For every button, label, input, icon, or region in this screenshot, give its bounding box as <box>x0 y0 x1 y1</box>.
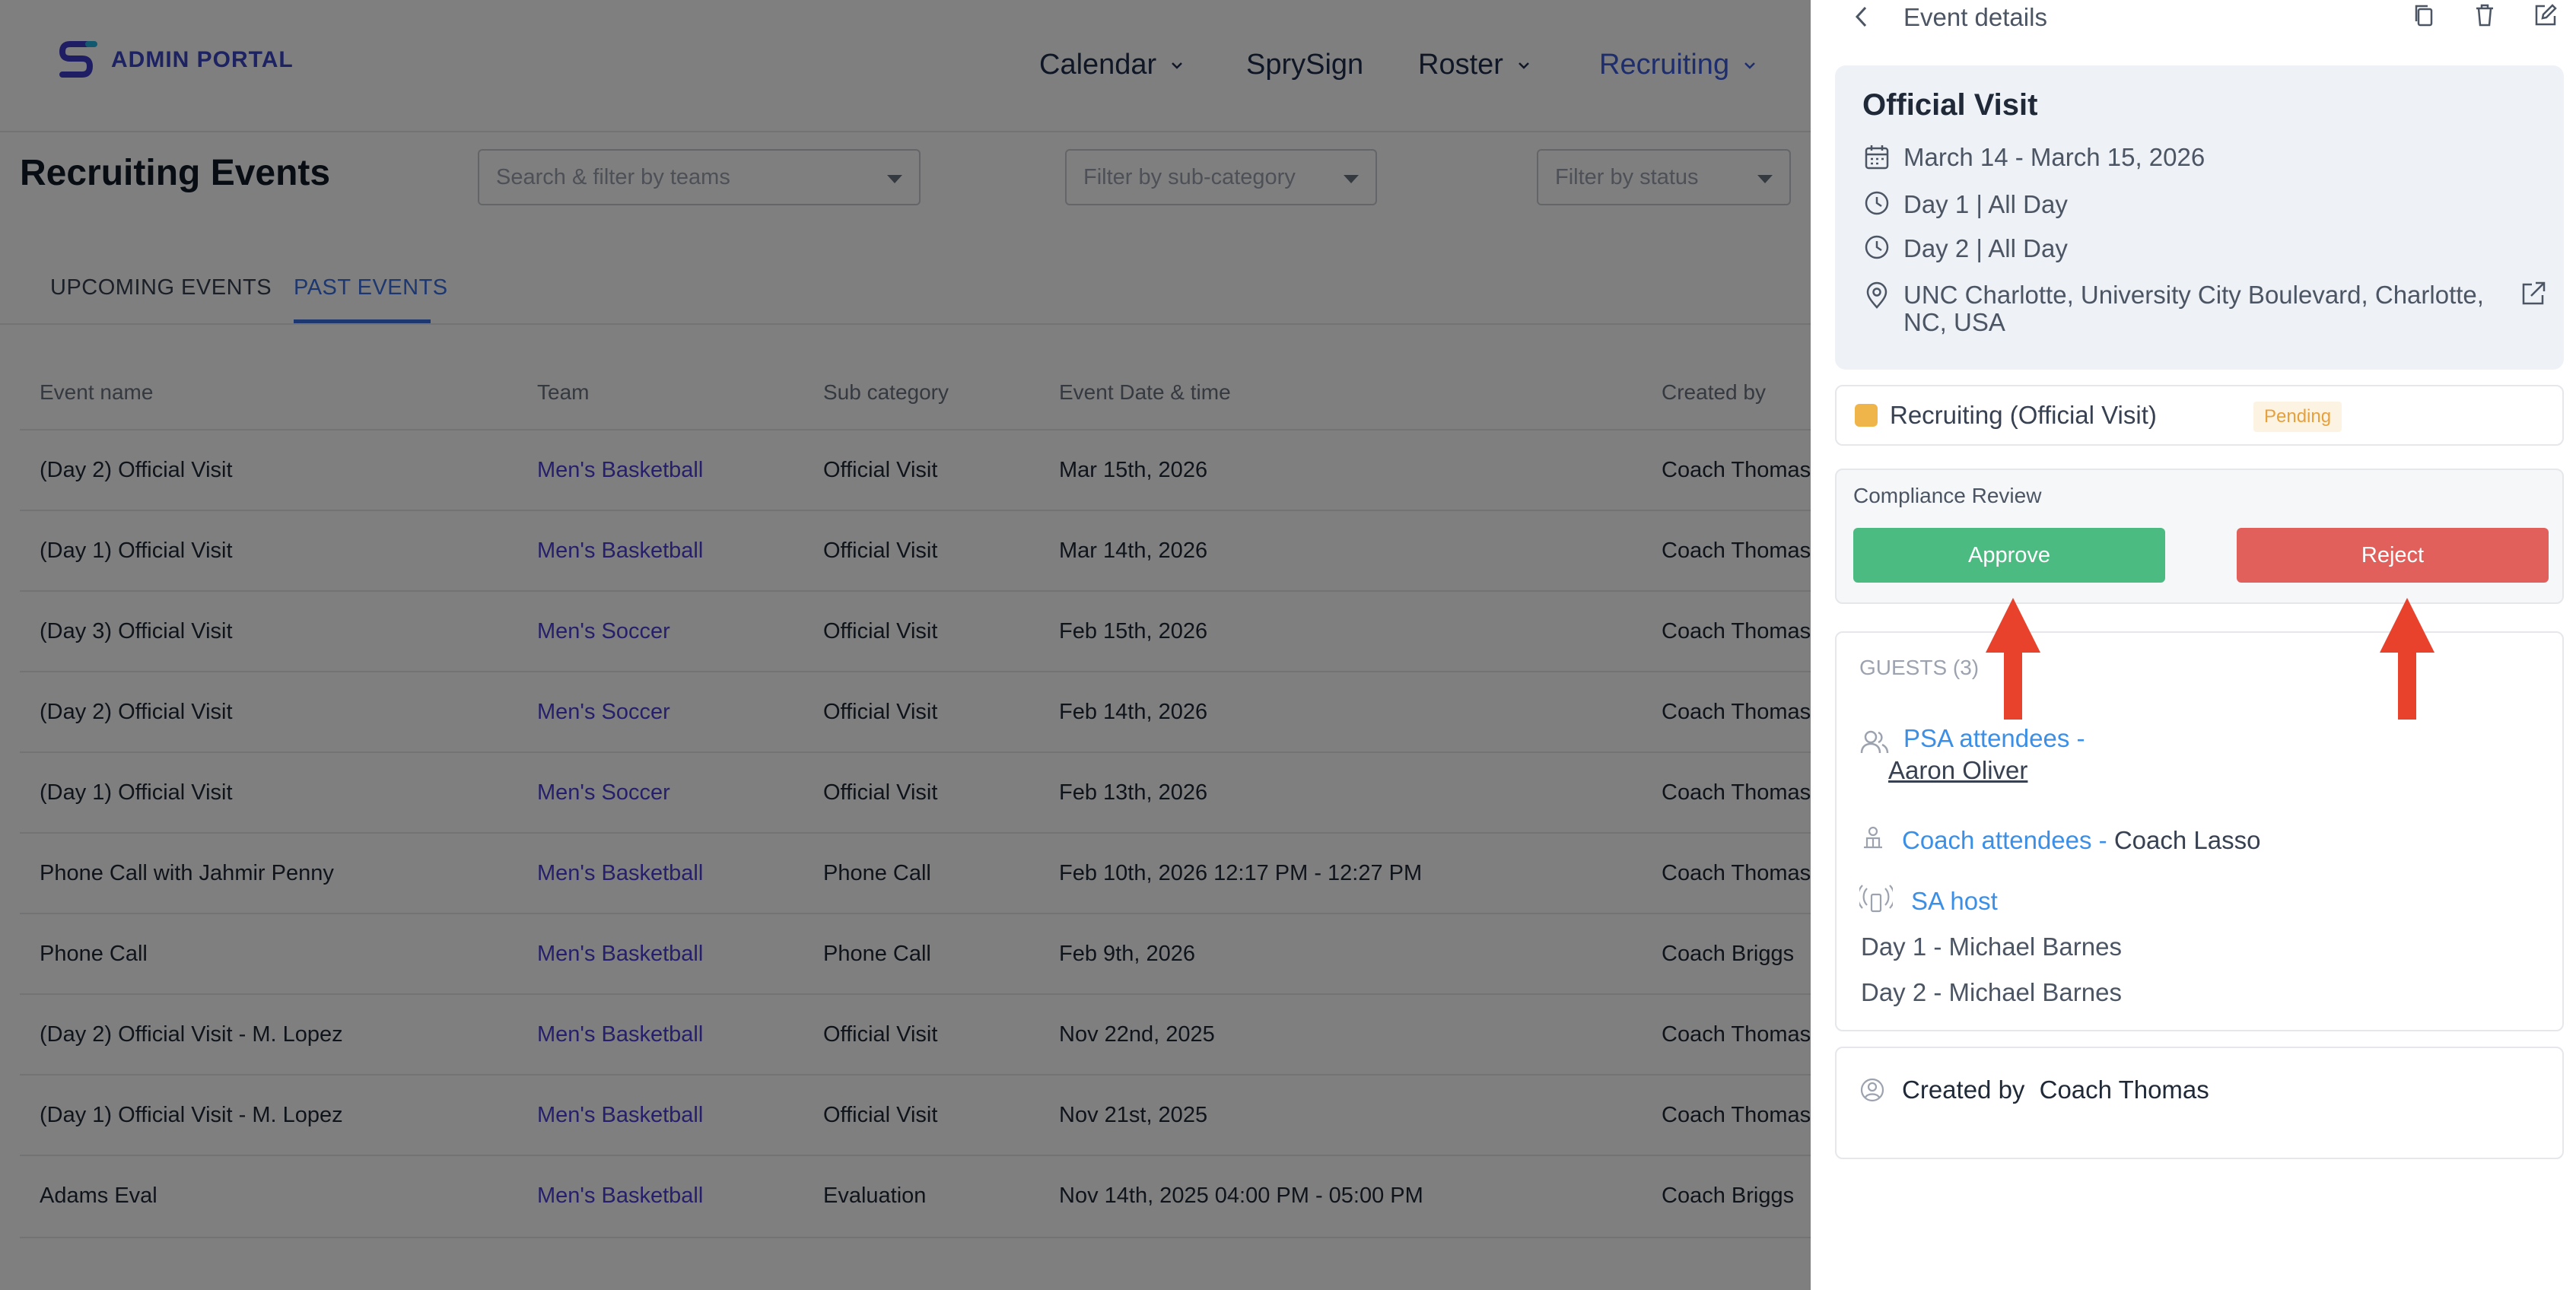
sa-host-day2: Day 2 - Michael Barnes <box>1861 978 2122 1006</box>
created-by-label: Created by <box>1902 1076 2025 1104</box>
external-link-icon[interactable] <box>2518 278 2549 309</box>
panel-title: Event details <box>1903 3 2047 31</box>
event-location-line1: UNC Charlotte, University City Boulevard… <box>1903 281 2484 309</box>
calendar-icon <box>1865 145 1889 170</box>
event-day1-time: Day 1 | All Day <box>1903 190 2068 218</box>
reject-button-label: Reject <box>2361 542 2425 567</box>
psa-attendee-link[interactable]: Aaron Oliver <box>1888 756 2027 785</box>
status-badge: Pending <box>2253 402 2342 432</box>
created-by-card: Created by Coach Thomas <box>1835 1047 2564 1159</box>
clock-icon <box>1865 191 1889 215</box>
copy-icon[interactable] <box>2410 2 2438 29</box>
edit-icon[interactable] <box>2532 2 2559 29</box>
map-pin-icon <box>1866 281 1887 309</box>
user-circle-icon <box>1860 1078 1884 1102</box>
event-location: UNC Charlotte, University City Boulevard… <box>1903 281 2484 336</box>
coach-attendees-row: Coach attendees - Coach Lasso <box>1902 826 2260 855</box>
event-location-line2: NC, USA <box>1903 308 2005 336</box>
approve-button-label: Approve <box>1967 542 2050 567</box>
coach-attendees-label: Coach attendees - <box>1902 826 2107 854</box>
approve-button[interactable]: Approve <box>1853 528 2165 583</box>
chevron-left-icon[interactable] <box>1849 3 1876 30</box>
guests-header: GUESTS (3) <box>1859 656 1980 679</box>
guests-card: GUESTS (3) PSA attendees - Aaron Oliver … <box>1835 631 2564 1031</box>
event-title: Official Visit <box>1862 88 2038 122</box>
broadcast-host-icon <box>1859 885 1893 913</box>
reject-button[interactable]: Reject <box>2237 528 2549 583</box>
clock-icon <box>1865 235 1889 259</box>
arrow-up-icon <box>2380 598 2434 720</box>
compliance-review-label: Compliance Review <box>1853 484 2042 507</box>
event-date-range: March 14 - March 15, 2026 <box>1903 143 2206 171</box>
coach-icon <box>1864 826 1882 849</box>
psa-attendees-label: PSA attendees - <box>1903 724 2085 752</box>
created-by-name: Coach Thomas <box>2039 1076 2209 1104</box>
trash-icon[interactable] <box>2471 2 2498 29</box>
event-details-panel: Event details Official Visit March 14 - … <box>1811 0 2576 1290</box>
event-summary-card: Official Visit March 14 - March 15, 2026… <box>1835 65 2564 370</box>
compliance-review-card: Compliance Review Approve Reject <box>1835 469 2564 604</box>
modal-backdrop[interactable] <box>0 0 1811 1290</box>
coach-attendee-name: Coach Lasso <box>2113 826 2261 854</box>
arrow-up-icon <box>1986 598 2040 720</box>
category-color-swatch <box>1855 404 1878 427</box>
event-day2-time: Day 2 | All Day <box>1903 234 2068 262</box>
created-by-row: Created by Coach Thomas <box>1902 1076 2209 1104</box>
users-icon <box>1860 730 1889 754</box>
event-category-card: Recruiting (Official Visit) Pending <box>1835 385 2564 446</box>
sa-host-day1: Day 1 - Michael Barnes <box>1861 933 2122 961</box>
category-label: Recruiting (Official Visit) <box>1890 401 2157 429</box>
sa-host-label: SA host <box>1911 887 1998 915</box>
